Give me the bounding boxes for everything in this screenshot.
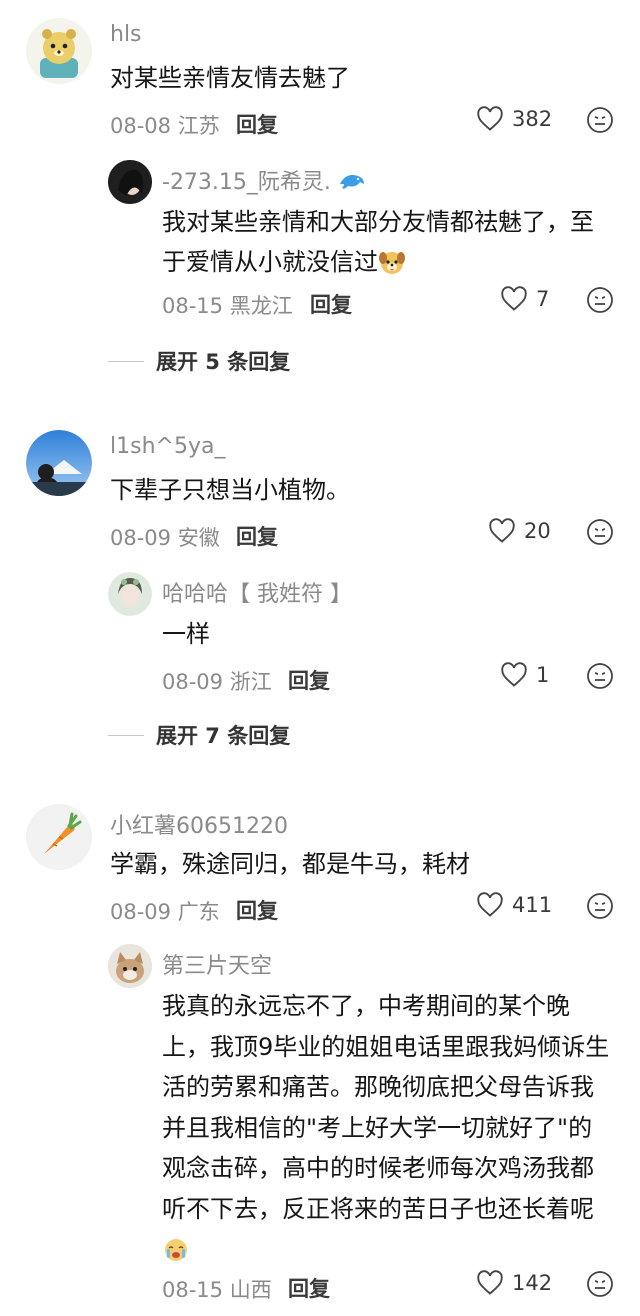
expand-label: 展开 5 条回复 [156,350,291,374]
date-location: 08-08 江苏 [110,114,220,138]
reply-item: -273.15_阮希灵. 我对某些亲情和大部分友情都祛魅了，至于爱情从小就没信过… [0,160,640,320]
dislike-face-icon[interactable] [586,892,614,920]
like-button[interactable]: 7 [500,286,549,312]
divider [108,360,144,362]
like-button[interactable]: 142 [476,1270,552,1296]
reply-button[interactable]: 回复 [236,109,278,139]
like-count: 411 [512,893,553,917]
username-text: -273.15_阮希灵. [162,170,331,195]
heart-outline-icon [477,892,503,917]
like-button[interactable]: 20 [488,518,551,544]
avatar[interactable] [26,18,92,84]
comment-meta: 08-08 江苏 回复 382 [0,102,640,142]
dislike-face-icon[interactable] [586,106,614,134]
dolphin-icon [339,175,364,189]
reply-item: 哈哈哈【 我姓符 】 一样 08-09 浙江 回复 1 [0,572,640,694]
like-button[interactable]: 411 [476,892,552,918]
comment-meta: 08-09 广东 回复 411 [0,888,640,928]
heart-outline-icon [501,662,527,687]
date-location: 08-09 广东 [110,900,220,924]
comment-meta: 08-15 山西 回复 142 [0,1266,640,1306]
puppy-face-emoji [379,252,405,274]
dislike-face-icon[interactable] [586,518,614,546]
comment-thread: hls 对某些亲情友情去魅了 08-08 江苏 回复 382 -273.15_阮… [0,0,640,1316]
username[interactable]: hls [110,22,142,47]
reply-button[interactable]: 回复 [288,665,330,695]
comment-text: 我真的永远忘不了，中考期间的某个晚上，我顶9毕业的姐姐电话里跟我妈倾诉生活的劳累… [162,986,612,1270]
comment-item: 小红薯60651220 学霸，殊途同归，都是牛马，耗材 08-09 广东 回复 … [0,804,640,924]
heart-outline-icon [477,1270,503,1295]
reply-button[interactable]: 回复 [236,895,278,925]
comment-text-content: 我真的永远忘不了，中考期间的某个晚上，我顶9毕业的姐姐电话里跟我妈倾诉生活的劳累… [162,992,610,1223]
comment-meta: 08-09 浙江 回复 1 [0,658,640,698]
comment-meta: 08-15 黑龙江 回复 7 [0,282,640,322]
avatar[interactable] [108,572,152,616]
date-location: 08-09 安徽 [110,526,220,550]
date-location: 08-15 黑龙江 [162,294,293,318]
heart-outline-icon [477,106,503,131]
heart-outline-icon [501,286,527,311]
heart-outline-icon [489,518,515,543]
like-button[interactable]: 1 [500,662,549,688]
username[interactable]: 小红薯60651220 [110,808,288,840]
avatar[interactable] [108,944,152,988]
reply-button[interactable]: 回复 [310,289,352,319]
expand-replies-button[interactable]: 展开 5 条回复 [108,346,290,376]
avatar[interactable] [26,804,92,870]
comment-text: 一样 [162,620,210,648]
comment-meta: 08-09 安徽 回复 20 [0,514,640,554]
dislike-face-icon[interactable] [586,662,614,690]
reply-button[interactable]: 回复 [236,521,278,551]
like-count: 7 [536,287,550,311]
crying-face-emoji [165,1239,187,1261]
divider [108,734,144,736]
comment-item: l1sh^5ya_ 下辈子只想当小植物。 08-09 安徽 回复 20 [0,430,640,550]
comment-text: 我对某些亲情和大部分友情都祛魅了，至于爱情从小就没信过 [162,202,612,282]
username[interactable]: 第三片天空 [162,948,272,980]
reply-item: 第三片天空 我真的永远忘不了，中考期间的某个晚上，我顶9毕业的姐姐电话里跟我妈倾… [0,944,640,1304]
username[interactable]: -273.15_阮希灵. [162,164,366,196]
like-count: 142 [512,1271,553,1295]
like-count: 382 [512,107,553,131]
dislike-face-icon[interactable] [586,1270,614,1298]
like-count: 20 [524,519,551,543]
like-count: 1 [536,663,550,687]
avatar[interactable] [108,160,152,204]
reply-button[interactable]: 回复 [288,1273,330,1303]
username[interactable]: 哈哈哈【 我姓符 】 [162,576,352,608]
dislike-face-icon[interactable] [586,286,614,314]
comment-text: 对某些亲情友情去魅了 [110,64,350,92]
date-location: 08-15 山西 [162,1278,272,1302]
date-location: 08-09 浙江 [162,670,272,694]
comment-text: 下辈子只想当小植物。 [110,476,350,504]
comment-text: 学霸，殊途同归，都是牛马，耗材 [110,850,470,878]
avatar[interactable] [26,430,92,496]
expand-replies-button[interactable]: 展开 7 条回复 [108,720,290,750]
comment-item: hls 对某些亲情友情去魅了 08-08 江苏 回复 382 [0,18,640,138]
expand-label: 展开 7 条回复 [156,724,291,748]
like-button[interactable]: 382 [476,106,552,132]
username[interactable]: l1sh^5ya_ [110,434,225,459]
